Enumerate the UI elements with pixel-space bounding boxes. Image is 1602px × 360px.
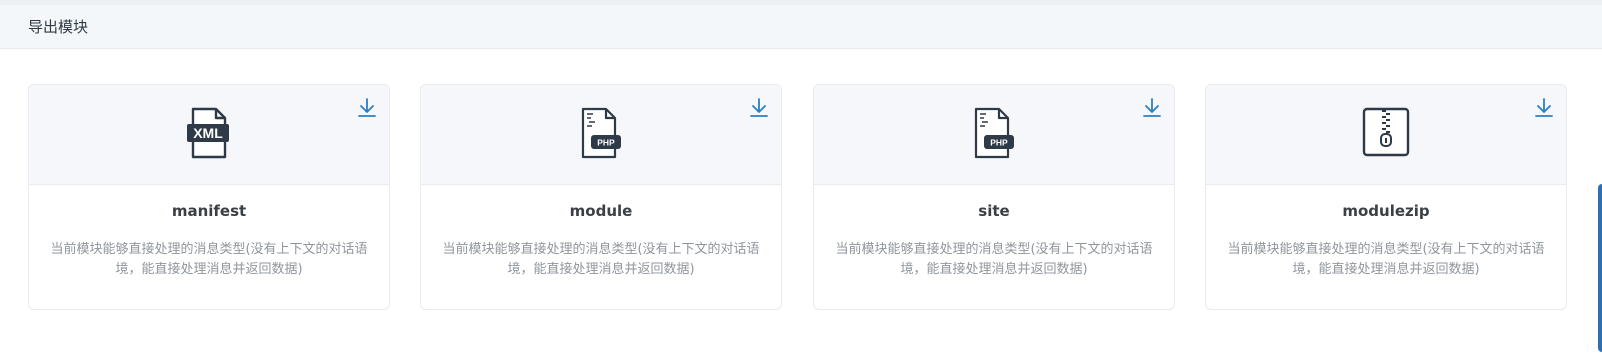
card-description: 当前模块能够直接处理的消息类型(没有上下文的对话语境，能直接处理消息并返回数据): [1227, 242, 1545, 277]
php-label: PHP: [990, 138, 1008, 148]
xml-label: XML: [193, 125, 223, 141]
scrollbar-accent[interactable]: [1598, 184, 1602, 352]
export-card-module: PHP module 当前模块能够直接处理的消息类型(没有上下文的对话语境，能直…: [420, 84, 782, 310]
card-title: modulezip: [1342, 202, 1430, 220]
card-title: manifest: [171, 202, 247, 220]
card-icon-area: XML: [29, 85, 389, 185]
card-description: 当前模块能够直接处理的消息类型(没有上下文的对话语境，能直接处理消息并返回数据): [835, 242, 1153, 277]
export-card-manifest: XML manifest 当前模块能够直接处理的消息类型(没有上下文的对话语境，…: [28, 84, 390, 310]
card-description: 当前模块能够直接处理的消息类型(没有上下文的对话语境，能直接处理消息并返回数据): [442, 242, 760, 277]
zip-file-icon: [1362, 107, 1410, 157]
export-card-list: XML manifest 当前模块能够直接处理的消息类型(没有上下文的对话语境，…: [28, 84, 1602, 310]
download-icon[interactable]: [749, 97, 769, 119]
download-icon[interactable]: [1142, 97, 1162, 119]
page-title: 导出模块: [28, 18, 89, 36]
download-icon[interactable]: [1534, 97, 1554, 119]
php-file-icon: PHP: [581, 107, 621, 159]
card-icon-area: [1206, 85, 1566, 185]
php-file-icon: PHP: [974, 107, 1014, 159]
card-icon-area: PHP: [421, 85, 781, 185]
xml-file-icon: XML: [187, 107, 229, 159]
card-icon-area: PHP: [814, 85, 1174, 185]
page-header: 导出模块: [0, 5, 1602, 49]
card-description: 当前模块能够直接处理的消息类型(没有上下文的对话语境，能直接处理消息并返回数据): [50, 242, 368, 277]
card-title: site: [978, 202, 1010, 220]
export-card-modulezip: modulezip 当前模块能够直接处理的消息类型(没有上下文的对话语境，能直接…: [1205, 84, 1567, 310]
download-icon[interactable]: [357, 97, 377, 119]
card-title: module: [569, 202, 633, 220]
export-card-site: PHP site 当前模块能够直接处理的消息类型(没有上下文的对话语境，能直接处…: [813, 84, 1175, 310]
php-label: PHP: [597, 138, 615, 148]
